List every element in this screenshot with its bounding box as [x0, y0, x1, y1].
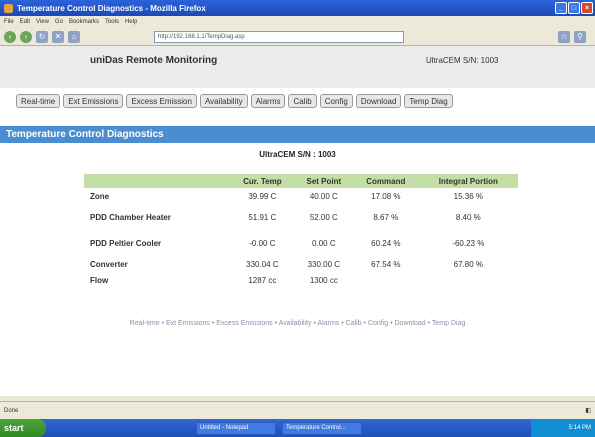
- window-title: Temperature Control Diagnostics - Mozill…: [17, 3, 206, 13]
- set-point-cell: 52.00 C: [309, 212, 338, 222]
- bookmark-icon[interactable]: ☆: [558, 30, 570, 43]
- cur-temp-cell: 330.04 C: [246, 259, 279, 269]
- taskbar: start Untitled - Notepad Temperature Con…: [0, 419, 595, 437]
- firefox-icon: [4, 3, 13, 13]
- cur-temp-cell: 39.99 C: [248, 191, 277, 201]
- nav-ext-emissions[interactable]: Ext Emissions: [63, 94, 124, 108]
- stop-icon[interactable]: ✕: [52, 30, 64, 43]
- integral-cell: 15.36 %: [453, 191, 484, 201]
- command-cell: 60.24 %: [371, 238, 401, 248]
- table-row: Flow 1287 cc 1300 cc: [84, 272, 518, 288]
- menu-edit[interactable]: Edit: [20, 19, 30, 25]
- status-icon: ◧: [585, 408, 591, 414]
- header-serial: UltraCEM S/N: 1003: [426, 56, 499, 65]
- menu-bar: File Edit View Go Bookmarks Tools Help: [0, 16, 595, 28]
- integral-cell: 67.80 %: [453, 259, 484, 269]
- reload-icon[interactable]: ↻: [36, 30, 48, 43]
- page-viewport: uniDas Remote Monitoring UltraCEM S/N: 1…: [0, 46, 595, 401]
- integral-cell: 8.40 %: [455, 212, 481, 222]
- set-point-cell: 1300 cc: [309, 275, 338, 285]
- nav-alarms[interactable]: Alarms: [250, 94, 286, 108]
- menu-tools[interactable]: Tools: [105, 19, 119, 25]
- command-cell: [353, 272, 419, 288]
- row-label: Flow: [90, 275, 109, 285]
- header-blank: [84, 174, 230, 188]
- nav-download[interactable]: Download: [355, 94, 402, 108]
- site-header: uniDas Remote Monitoring UltraCEM S/N: 1…: [0, 46, 595, 88]
- cur-temp-cell: 1287 cc: [248, 275, 277, 285]
- nav-calib[interactable]: Calib: [288, 94, 317, 108]
- toolbar-extras: ☆ ⚲: [558, 30, 586, 43]
- page-title: Temperature Control Diagnostics: [0, 126, 595, 143]
- menu-file[interactable]: File: [4, 19, 14, 25]
- minimize-button[interactable]: _: [555, 2, 567, 14]
- row-label: PDD Chamber Heater: [90, 212, 171, 222]
- clock: 5:14 PM: [568, 425, 591, 431]
- device-serial: UltraCEM S/N : 1003: [259, 150, 336, 159]
- table-header-row: Cur. Temp Set Point Command Integral Por…: [84, 174, 518, 188]
- menu-view[interactable]: View: [36, 19, 49, 25]
- table-row: Converter 330.04 C 330.00 C 67.54 % 67.8…: [84, 256, 518, 272]
- command-cell: 8.67 %: [373, 212, 399, 222]
- diagnostics-table: Cur. Temp Set Point Command Integral Por…: [84, 174, 518, 288]
- header-set-point: Set Point: [294, 174, 353, 188]
- forward-icon[interactable]: ›: [20, 30, 32, 43]
- nav-availability[interactable]: Availability: [199, 94, 248, 108]
- table-row: PDD Chamber Heater 51.91 C 52.00 C 8.67 …: [84, 204, 518, 230]
- header-cur-temp: Cur. Temp: [230, 174, 295, 188]
- search-icon[interactable]: ⚲: [574, 30, 586, 43]
- integral-cell: [419, 272, 518, 288]
- table-row: Zone 39.99 C 40.00 C 17.08 % 15.36 %: [84, 188, 518, 204]
- cur-temp-cell: -0.00 C: [249, 238, 276, 248]
- set-point-cell: 40.00 C: [309, 191, 338, 201]
- nav-realtime[interactable]: Real-time: [16, 94, 61, 108]
- set-point-cell: 330.00 C: [307, 259, 341, 269]
- start-button[interactable]: start: [0, 419, 46, 437]
- nav-temp-diag[interactable]: Temp Diag: [404, 94, 453, 108]
- back-icon[interactable]: ‹: [4, 30, 16, 43]
- row-label: PDD Peltier Cooler: [90, 238, 162, 248]
- taskbar-item[interactable]: Temperature Control...: [282, 421, 362, 435]
- window-titlebar: Temperature Control Diagnostics - Mozill…: [0, 0, 595, 16]
- menu-help[interactable]: Help: [125, 19, 137, 25]
- window-controls: _ □ ×: [555, 2, 593, 14]
- home-icon[interactable]: ⌂: [68, 30, 80, 43]
- row-label: Zone: [90, 191, 110, 201]
- footer-links[interactable]: Real-time • Ext Emissions • Excess Emiss…: [0, 320, 595, 327]
- command-cell: 17.08 %: [371, 191, 401, 201]
- integral-cell: -60.23 %: [452, 238, 485, 248]
- row-label: Converter: [90, 259, 128, 269]
- site-nav: Real-time Ext Emissions Excess Emission …: [0, 94, 595, 108]
- status-bar: Done ◧: [0, 401, 595, 419]
- system-tray: 5:14 PM: [531, 419, 595, 437]
- menu-go[interactable]: Go: [55, 19, 63, 25]
- site-brand: uniDas Remote Monitoring: [90, 55, 218, 66]
- cur-temp-cell: 51.91 C: [248, 212, 277, 222]
- menu-bookmarks[interactable]: Bookmarks: [69, 19, 99, 25]
- nav-config[interactable]: Config: [319, 94, 353, 108]
- browser-toolbar: ‹ › ↻ ✕ ⌂ http://192.168.1.1/TempDiag.as…: [0, 28, 595, 46]
- table-row: PDD Peltier Cooler -0.00 C 0.00 C 60.24 …: [84, 230, 518, 256]
- header-command: Command: [352, 174, 419, 188]
- command-cell: 67.54 %: [371, 259, 401, 269]
- address-text: http://192.168.1.1/TempDiag.asp: [158, 33, 245, 40]
- status-text: Done: [4, 407, 19, 414]
- taskbar-item[interactable]: Untitled - Notepad: [196, 421, 276, 435]
- header-integral: Integral Portion: [418, 174, 518, 188]
- address-bar[interactable]: http://192.168.1.1/TempDiag.asp: [154, 30, 404, 43]
- set-point-cell: 0.00 C: [312, 238, 336, 248]
- maximize-button[interactable]: □: [568, 2, 580, 14]
- nav-excess-emission[interactable]: Excess Emission: [126, 94, 197, 108]
- close-button[interactable]: ×: [581, 2, 593, 14]
